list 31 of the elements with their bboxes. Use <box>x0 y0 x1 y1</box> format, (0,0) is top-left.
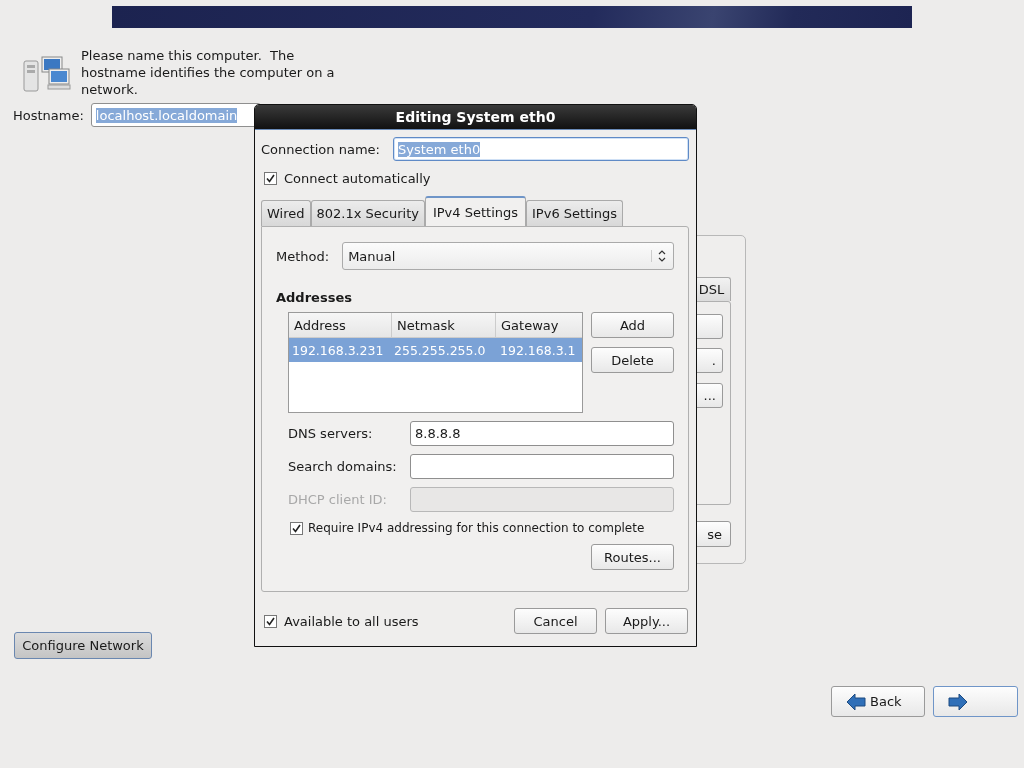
field-label: Search domains: <box>288 459 398 474</box>
column-header[interactable]: Netmask <box>392 313 496 337</box>
button[interactable]: Add <box>591 312 674 338</box>
back-button[interactable]: Back <box>831 686 925 717</box>
routes-button[interactable]: Routes... <box>591 544 674 570</box>
tab[interactable]: Wired <box>261 200 311 226</box>
tab[interactable]: IPv4 Settings <box>424 196 527 226</box>
intro-text: Please name this computer. The hostname identifies the computer on a network. <box>81 47 336 98</box>
button[interactable]: Cancel <box>514 608 597 634</box>
table-cell-text: 192.168.3.1 <box>499 342 576 358</box>
column-header[interactable]: Gateway <box>496 313 582 337</box>
tab[interactable]: 802.1x Security <box>310 200 425 226</box>
table-cell-text: 255.255.255.0 <box>393 342 487 358</box>
button[interactable]: Apply... <box>605 608 688 634</box>
method-label: Method: <box>276 248 330 264</box>
method-dropdown[interactable]: Manual <box>342 242 674 270</box>
hostname-label: Hostname: <box>13 107 84 123</box>
checkbox-label: Require IPv4 addressing for this connection to complete <box>308 521 645 535</box>
checkbox-label: Available to all users <box>284 613 419 629</box>
checkbox-label: Connect automatically <box>284 171 431 186</box>
column-header[interactable]: Address <box>289 313 392 337</box>
dialog-title: Editing System eth0 <box>255 105 696 130</box>
tab[interactable]: IPv6 Settings <box>526 200 624 226</box>
field-label: DHCP client ID: <box>288 492 388 507</box>
field-label: DNS servers: <box>288 426 374 441</box>
configure-network-button[interactable]: Configure Network <box>14 632 152 659</box>
connection-name-label: Connection name: <box>261 141 380 157</box>
section-heading: Addresses <box>276 290 353 305</box>
input-field[interactable]: 8.8.8.8 <box>410 421 674 446</box>
button[interactable]: Delete <box>591 347 674 373</box>
table-cell-text: 192.168.3.231 <box>291 342 385 358</box>
